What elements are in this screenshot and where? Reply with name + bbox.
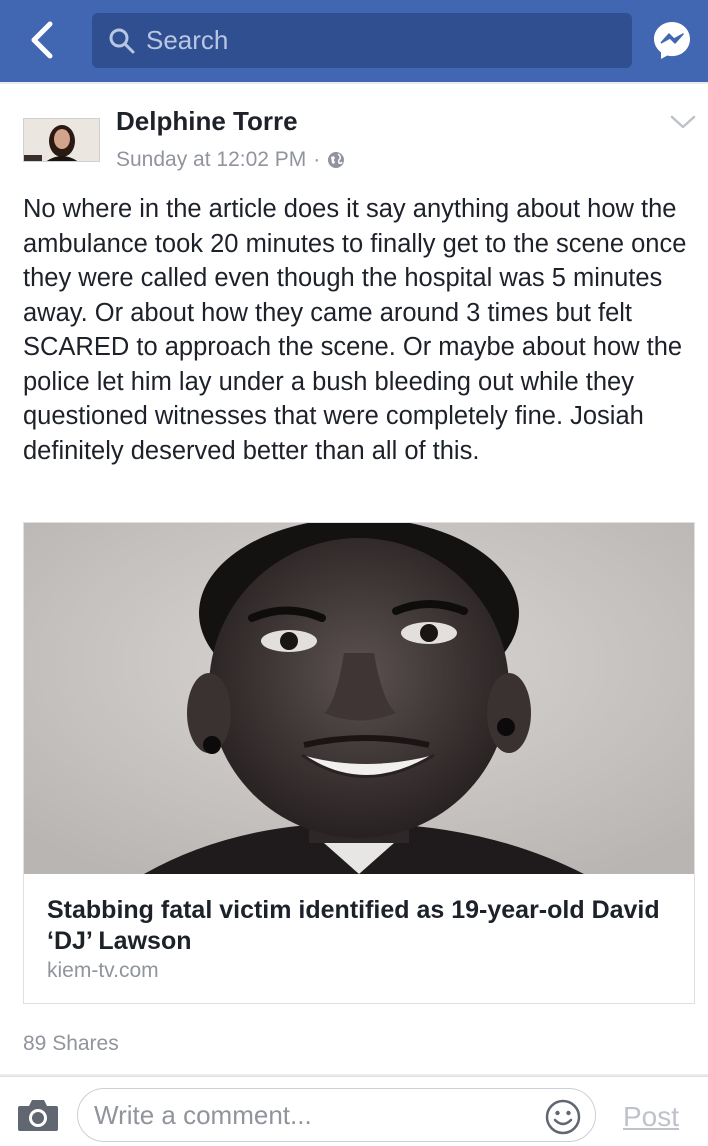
smiley-icon bbox=[545, 1099, 581, 1135]
shares-count[interactable]: 89 Shares bbox=[23, 1032, 119, 1056]
link-domain: kiem-tv.com bbox=[47, 959, 159, 982]
messenger-button[interactable] bbox=[652, 20, 692, 60]
back-button[interactable] bbox=[22, 18, 66, 62]
messenger-icon bbox=[654, 22, 690, 59]
search-input[interactable]: Search bbox=[92, 13, 632, 68]
avatar-photo bbox=[24, 119, 99, 161]
emoji-button[interactable] bbox=[545, 1099, 581, 1135]
post-timestamp[interactable]: Sunday at 12:02 PM bbox=[116, 148, 306, 172]
post-comment-button[interactable]: Post bbox=[623, 1101, 679, 1133]
link-preview-image bbox=[24, 523, 694, 874]
meta-separator: · bbox=[313, 148, 321, 171]
comment-input[interactable]: Write a comment... bbox=[77, 1088, 596, 1142]
search-icon bbox=[109, 28, 135, 53]
globe-icon bbox=[328, 152, 345, 168]
post-options-button[interactable] bbox=[669, 112, 697, 132]
post-meta: Sunday at 12:02 PM · bbox=[116, 148, 345, 172]
avatar[interactable] bbox=[23, 118, 100, 162]
author-name[interactable]: Delphine Torre bbox=[116, 106, 298, 137]
camera-icon bbox=[18, 1100, 58, 1131]
comment-composer: Write a comment... Post bbox=[0, 1076, 708, 1146]
link-preview[interactable]: Stabbing fatal victim identified as 19-y… bbox=[23, 522, 695, 1004]
post-body-text: No where in the article does it say anyt… bbox=[23, 195, 687, 465]
back-arrow-icon bbox=[31, 21, 53, 59]
chevron-down-icon bbox=[670, 115, 696, 129]
top-navigation-bar: Search bbox=[0, 0, 708, 82]
post-card: Delphine Torre Sunday at 12:02 PM · No w… bbox=[0, 84, 708, 1074]
camera-button[interactable] bbox=[16, 1097, 60, 1133]
link-title[interactable]: Stabbing fatal victim identified as 19-y… bbox=[47, 895, 677, 957]
search-placeholder: Search bbox=[146, 25, 229, 55]
comment-placeholder: Write a comment... bbox=[94, 1100, 312, 1130]
